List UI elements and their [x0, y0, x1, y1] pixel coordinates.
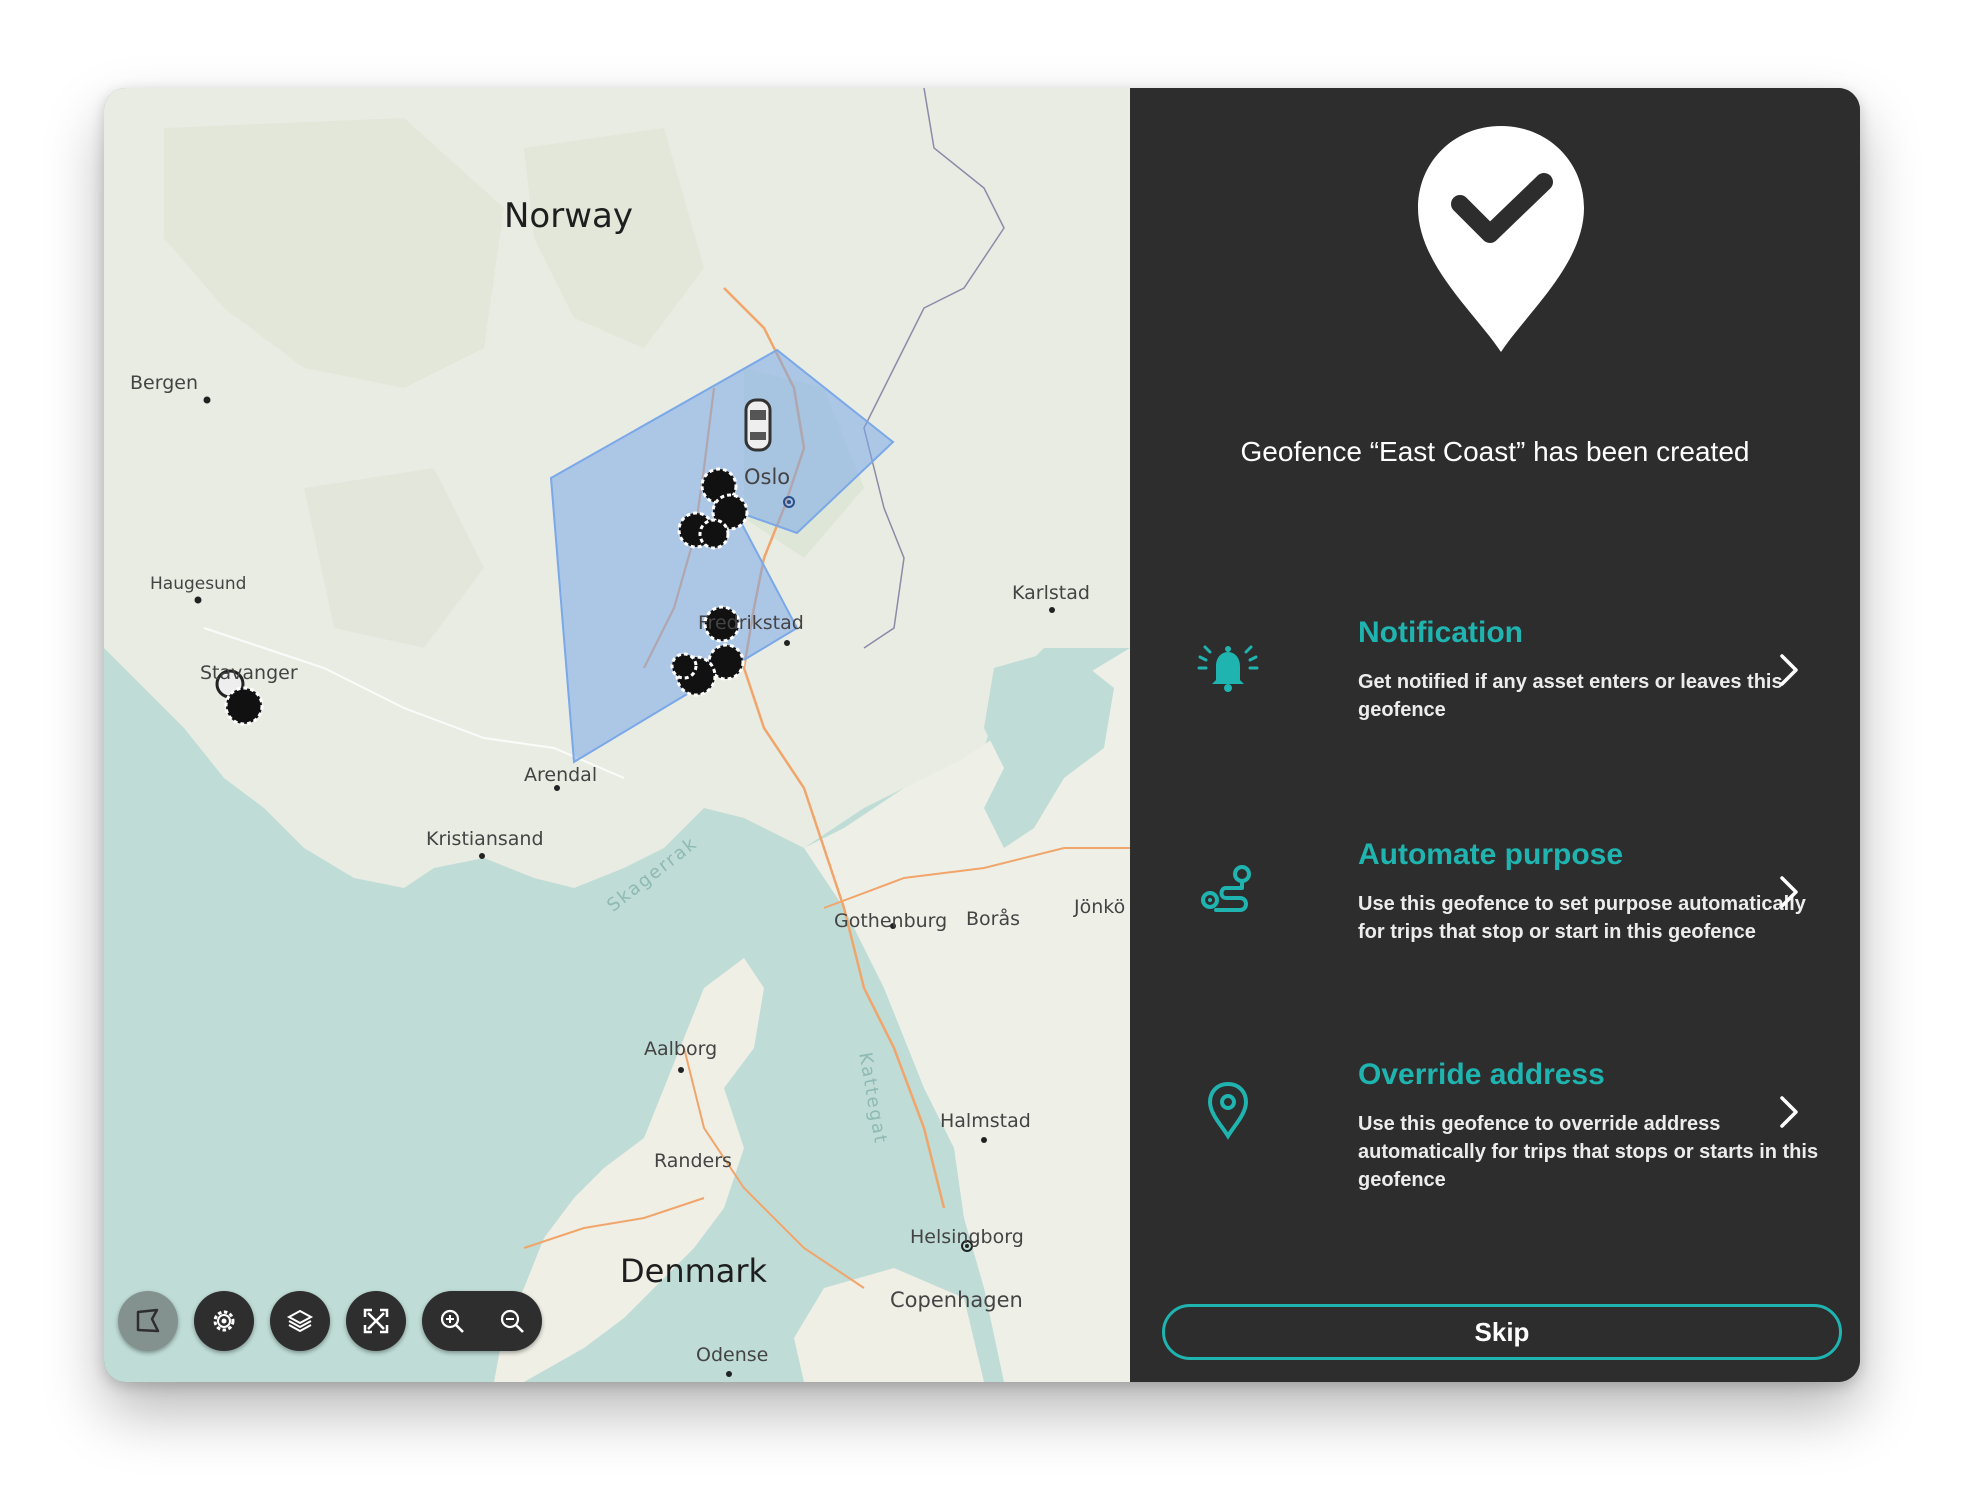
map-label-fredrikstad: Fredrikstad: [698, 612, 804, 634]
layers-icon: [286, 1309, 314, 1333]
map-label-helsingborg: Helsingborg: [910, 1226, 1024, 1248]
map-label-aalborg: Aalborg: [644, 1038, 718, 1060]
map-canvas[interactable]: [104, 88, 1130, 1382]
chevron-right-icon[interactable]: [1776, 872, 1804, 912]
gear-icon: [213, 1310, 235, 1332]
zoom-controls: [422, 1291, 542, 1351]
map-label-kristiansand: Kristiansand: [426, 828, 544, 850]
geofence-created-panel: Geofence “East Coast” has been created N…: [1130, 88, 1860, 1382]
draw-geofence-button[interactable]: [118, 1291, 178, 1351]
location-pin-icon: [1207, 1081, 1249, 1140]
map-label-halmstad: Halmstad: [940, 1110, 1031, 1132]
map-label-haugesund: Haugesund: [150, 574, 247, 594]
map-controls: [118, 1290, 542, 1352]
zoom-in-icon: [440, 1309, 464, 1333]
skip-button[interactable]: Skip: [1162, 1304, 1842, 1360]
location-check-icon: [1418, 126, 1584, 352]
map-label-norway: Norway: [504, 196, 633, 236]
map-label-jonkoping: Jönkö: [1074, 896, 1126, 918]
map-label-bergen: Bergen: [130, 372, 198, 394]
option-override-address[interactable]: Override address Use this geofence to ov…: [1196, 1058, 1818, 1191]
zoom-out-button[interactable]: [492, 1301, 532, 1341]
chevron-right-icon[interactable]: [1776, 1092, 1804, 1132]
option-automate-purpose[interactable]: Automate purpose Use this geofence to se…: [1196, 838, 1816, 968]
option-notification-description: Get notified if any asset enters or leav…: [1358, 671, 1783, 721]
option-notification-title: Notification: [1358, 616, 1523, 649]
map-label-odense: Odense: [696, 1344, 769, 1366]
created-message: Geofence “East Coast” has been created: [1240, 436, 1750, 467]
fullscreen-button[interactable]: [346, 1291, 406, 1351]
map-settings-button[interactable]: [194, 1291, 254, 1351]
option-automate-purpose-description: Use this geofence to set purpose automat…: [1358, 893, 1806, 943]
map-label-denmark: Denmark: [620, 1252, 768, 1290]
option-override-address-title: Override address: [1358, 1058, 1605, 1091]
app-window: Norway Bergen Haugesund Stavanger Oslo F…: [104, 88, 1860, 1382]
zoom-in-button[interactable]: [432, 1301, 472, 1341]
map-label-oslo: Oslo: [744, 465, 791, 489]
option-override-address-description: Use this geofence to override address au…: [1358, 1113, 1819, 1191]
zoom-out-icon: [500, 1309, 524, 1333]
map-label-gothenburg: Gothenburg: [834, 910, 948, 932]
map-label-boras: Borås: [966, 908, 1021, 930]
chevron-right-icon[interactable]: [1776, 650, 1804, 690]
draw-geofence-icon: [136, 1308, 160, 1333]
map-label-copenhagen: Copenhagen: [890, 1288, 1023, 1312]
bell-icon: [1197, 645, 1259, 692]
map-label-arendal: Arendal: [524, 764, 598, 786]
map-layers-button[interactable]: [270, 1291, 330, 1351]
fullscreen-icon: [363, 1308, 389, 1334]
route-icon: [1201, 865, 1251, 912]
option-automate-purpose-title: Automate purpose: [1358, 838, 1624, 871]
map-view[interactable]: Norway Bergen Haugesund Stavanger Oslo F…: [104, 88, 1130, 1382]
map-label-karlstad: Karlstad: [1012, 582, 1090, 604]
vehicle-marker[interactable]: [744, 398, 772, 452]
option-notification[interactable]: Notification Get notified if any asset e…: [1196, 616, 1816, 746]
map-label-stavanger: Stavanger: [200, 662, 298, 684]
map-label-randers: Randers: [654, 1150, 732, 1172]
